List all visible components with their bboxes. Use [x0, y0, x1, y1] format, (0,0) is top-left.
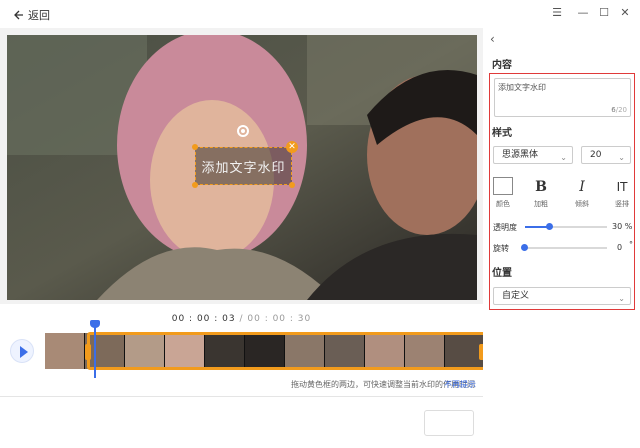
vertical-text-button[interactable]: IT	[610, 177, 634, 197]
char-count: 6/20	[611, 106, 627, 114]
rotate-unit: °	[629, 240, 633, 249]
color-picker-button[interactable]	[493, 177, 513, 195]
opacity-label: 透明度	[493, 223, 517, 232]
time-separator: /	[235, 314, 248, 324]
menu-icon[interactable]: ☰	[550, 6, 564, 20]
font-size-select[interactable]: 20 ⌄	[581, 146, 631, 164]
italic-button[interactable]: I	[570, 177, 594, 197]
position-select[interactable]: 自定义 ⌄	[493, 287, 631, 305]
opacity-value: 30 %	[612, 222, 633, 231]
footer-button[interactable]	[424, 410, 474, 436]
vertical-label: 竖排	[615, 200, 629, 208]
maximize-icon[interactable]: ☐	[597, 6, 611, 20]
italic-label: 倾斜	[575, 200, 589, 208]
resize-handle-bl[interactable]	[192, 182, 198, 188]
char-count-max: /20	[615, 106, 627, 114]
timeline-thumbnail	[45, 333, 85, 369]
resize-handle-tl[interactable]	[192, 144, 198, 150]
arrow-left-icon	[14, 10, 23, 20]
chevron-left-icon[interactable]: ‹	[490, 32, 495, 46]
watermark-duration-range[interactable]	[87, 332, 486, 370]
chevron-down-icon: ⌄	[560, 153, 567, 162]
range-start-handle[interactable]	[85, 344, 91, 360]
bold-button[interactable]: B	[529, 177, 553, 197]
content-heading: 内容	[492, 60, 512, 71]
rotate-knob[interactable]	[521, 244, 528, 251]
watermark-text: 添加文字水印	[201, 160, 286, 176]
watermark-box[interactable]: 添加文字水印	[195, 147, 292, 185]
back-label: 返回	[28, 9, 50, 22]
total-time: 00 : 00 : 30	[247, 314, 312, 324]
color-label: 颜色	[496, 200, 510, 208]
chevron-down-icon: ⌄	[618, 153, 625, 162]
current-time: 00 : 00 : 03	[171, 314, 236, 324]
watermark-text-value: 添加文字水印	[498, 83, 546, 92]
watermark-text-input[interactable]: 添加文字水印 6/20	[494, 78, 631, 117]
divider	[0, 396, 483, 397]
minimize-icon[interactable]: —	[576, 6, 590, 20]
back-button[interactable]: 返回	[12, 7, 50, 23]
font-value: 思源黑体	[502, 150, 539, 160]
chevron-down-icon: ⌄	[618, 294, 625, 303]
timecode: 00 : 00 : 03 / 00 : 00 : 30	[0, 314, 483, 324]
dismiss-hint-link[interactable]: 不再提示	[444, 379, 476, 390]
playhead[interactable]	[90, 320, 100, 378]
title-bar: 返回 ☰ — ☐ ✕	[0, 0, 640, 28]
close-icon[interactable]: ✕	[618, 6, 632, 20]
font-size-value: 20	[590, 150, 602, 160]
play-button[interactable]	[10, 339, 34, 363]
resize-handle-br[interactable]	[289, 182, 295, 188]
rotate-track[interactable]	[525, 247, 607, 249]
rotate-handle-icon[interactable]	[237, 125, 249, 137]
watermark-delete-icon[interactable]: ✕	[286, 141, 298, 153]
position-value: 自定义	[502, 291, 530, 301]
font-select[interactable]: 思源黑体 ⌄	[493, 146, 573, 164]
rotate-label: 旋转	[493, 244, 509, 253]
rotate-value: 0	[617, 243, 623, 252]
bold-label: 加粗	[534, 200, 548, 208]
